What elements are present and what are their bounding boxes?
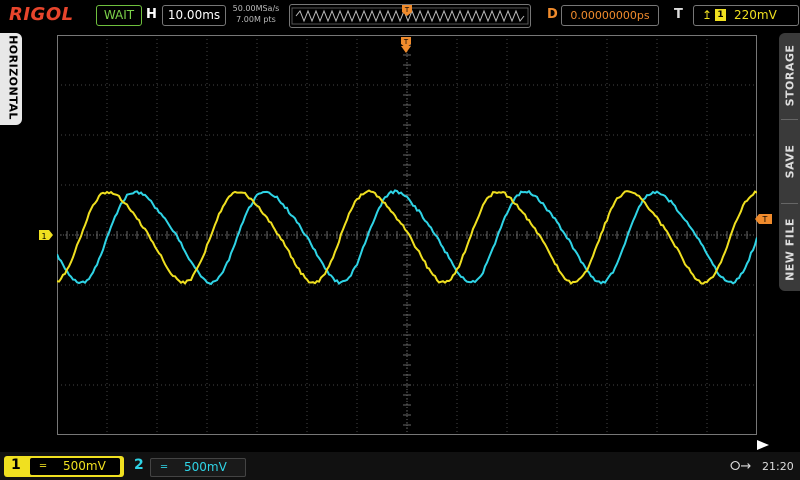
delay-label: D <box>547 7 558 22</box>
memory-depth: 7.00M pts <box>228 14 284 25</box>
brand-logo: RIGOL <box>9 4 74 25</box>
ch2-number: 2 <box>134 457 144 473</box>
trigger-level-label: T <box>762 215 768 224</box>
trigger-settings[interactable]: ↥ 1 220mV <box>693 5 799 26</box>
rising-edge-icon: ↥ <box>702 8 712 22</box>
ch1-ground-marker[interactable]: 1 <box>39 230 53 241</box>
memory-overview-bar[interactable]: T <box>289 4 531 28</box>
run-status-indicator[interactable]: WAIT <box>96 5 142 26</box>
dc-coupling-icon: ═ <box>40 458 46 475</box>
system-clock: 21:20 <box>762 460 794 473</box>
dc-coupling-icon: ═ <box>161 459 167 476</box>
ch1-number: 1 <box>11 457 21 473</box>
trigger-source-badge: 1 <box>715 9 726 21</box>
delay-value[interactable]: 0.00000000ps <box>561 5 659 26</box>
ch1-scale-box: ═ 500mV <box>30 458 120 475</box>
horizontal-menu-tab[interactable]: HORIZONTAL <box>0 33 22 125</box>
new-file-softkey[interactable]: NEW FILE <box>779 205 800 291</box>
graticule <box>57 35 757 435</box>
trigger-label: T <box>674 7 683 22</box>
trigger-level-marker[interactable]: T <box>755 214 772 224</box>
top-status-bar: RIGOL WAIT H 10.00ms 50.00MSa/s 7.00M pt… <box>0 0 800 31</box>
horizontal-label: H <box>146 7 157 22</box>
waveform-display[interactable] <box>57 35 757 435</box>
storage-label: STORAGE <box>784 31 797 121</box>
acquisition-info: 50.00MSa/s 7.00M pts <box>228 3 284 25</box>
memory-waveform-icon: T <box>290 5 530 27</box>
memory-trigger-marker: T <box>404 6 410 14</box>
sample-rate: 50.00MSa/s <box>228 3 284 14</box>
ch1-ground-label: 1 <box>41 232 46 241</box>
ch2-scale: 500mV <box>184 459 227 476</box>
ch1-settings[interactable]: 1 ═ 500mV <box>4 456 124 477</box>
horizontal-tab-label: HORIZONTAL <box>7 33 20 123</box>
save-softkey[interactable]: SAVE <box>779 121 800 201</box>
ch2-scale-box: ═ 500mV <box>150 458 246 477</box>
scroll-right-icon[interactable] <box>757 440 769 450</box>
new-file-label: NEW FILE <box>784 205 797 295</box>
usb-icon: ⭘→ <box>730 459 751 474</box>
ch2-settings[interactable]: 2 ═ 500mV <box>128 456 248 477</box>
softkey-menu: STORAGE SAVE NEW FILE <box>779 33 800 291</box>
trigger-level: 220mV <box>734 6 777 25</box>
timebase-value[interactable]: 10.00ms <box>162 5 226 26</box>
storage-softkey[interactable]: STORAGE <box>779 33 800 117</box>
save-label: SAVE <box>784 117 797 207</box>
ch1-scale: 500mV <box>63 458 106 475</box>
